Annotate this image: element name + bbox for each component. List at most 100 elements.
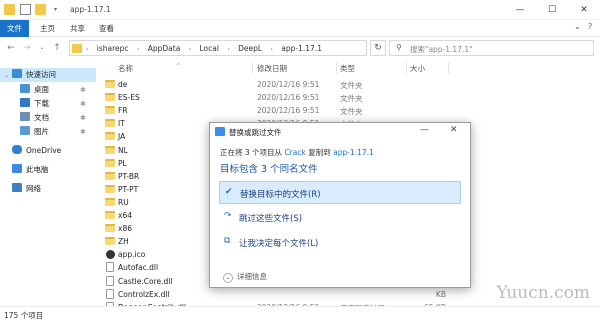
breadcrumb-appdata[interactable]: AppData xyxy=(148,44,181,53)
column-header-type[interactable]: 类型 xyxy=(340,63,355,74)
list-item[interactable]: ES-ES 2020/12/16 9:51 文件夹 xyxy=(100,91,600,104)
refresh-icon[interactable]: ↻ xyxy=(370,40,386,56)
file-size: KB xyxy=(435,289,446,299)
chevron-down-icon[interactable]: ⌄ xyxy=(4,69,12,83)
title-bar: ▾ app-1.17.1 — ☐ ✕ xyxy=(0,0,600,20)
status-bar: 175 个项目 xyxy=(0,306,600,321)
tab-file[interactable]: 文件 xyxy=(0,20,29,37)
source-folder-link[interactable]: Crack xyxy=(284,148,305,157)
file-name: RU xyxy=(118,197,129,207)
minimize-button[interactable]: — xyxy=(504,0,536,20)
skip-icon: ↷ xyxy=(224,211,232,221)
file-name: de xyxy=(118,80,128,89)
ribbon: 文件 主页 共享 查看 ⌄ ? xyxy=(0,20,600,37)
pin-icon[interactable]: ✱ xyxy=(80,125,86,139)
sidebar-item-quick-access[interactable]: ⌄ 快速访问 xyxy=(0,68,96,82)
column-header-size[interactable]: 大小 xyxy=(410,63,425,74)
list-item[interactable]: FR 2020/12/16 9:51 文件夹 xyxy=(100,104,600,117)
file-name: Autofac.dll xyxy=(118,263,159,273)
breadcrumb-separator-icon: › xyxy=(86,46,89,53)
list-item[interactable]: de 2020/12/16 9:51 文件夹 xyxy=(100,78,600,91)
sidebar-item-downloads[interactable]: 下载 ✱ xyxy=(20,97,96,111)
file-type: 文件夹 xyxy=(340,81,363,90)
file-date: 2020/12/16 9:51 xyxy=(257,106,320,116)
file-icon xyxy=(106,262,114,273)
maximize-button[interactable]: ☐ xyxy=(536,0,568,20)
sidebar-item-onedrive[interactable]: OneDrive xyxy=(4,144,96,158)
forward-icon[interactable]: → xyxy=(20,41,34,55)
tab-view[interactable]: 查看 xyxy=(99,20,114,37)
properties-icon[interactable] xyxy=(20,4,31,15)
pin-icon[interactable]: ✱ xyxy=(80,83,86,97)
pin-icon[interactable]: ✱ xyxy=(80,97,86,111)
cloud-icon xyxy=(12,145,22,154)
network-icon xyxy=(12,183,22,192)
download-icon xyxy=(20,98,30,107)
chevron-down-icon: ⌄ xyxy=(223,273,233,283)
dialog-heading: 目标包含 3 个同名文件 xyxy=(220,164,318,175)
file-name: x64 xyxy=(118,211,132,220)
sidebar-item-label: 此电脑 xyxy=(26,165,49,174)
back-icon[interactable]: ← xyxy=(4,41,18,55)
file-icon xyxy=(106,275,114,286)
customize-quick-access-icon[interactable]: ▾ xyxy=(50,4,61,15)
address-bar[interactable]: › isharepc › AppData › Local › DeepL › a… xyxy=(69,40,424,56)
breadcrumb-deepl[interactable]: DeepL xyxy=(238,44,262,53)
file-type: 文件夹 xyxy=(340,94,363,104)
sidebar-item-documents[interactable]: 文档 ✱ xyxy=(20,111,96,125)
recent-locations-icon[interactable]: ⌄ xyxy=(35,41,49,55)
file-date: 2020/12/16 9:51 xyxy=(257,93,320,103)
folder-icon xyxy=(105,197,115,206)
breadcrumb-separator-icon: › xyxy=(188,46,192,53)
column-header-name[interactable]: 名称 xyxy=(118,63,133,74)
dialog-minimize-button[interactable]: — xyxy=(420,125,429,135)
file-type: 文件夹 xyxy=(340,107,363,117)
sidebar-item-network[interactable]: 网络 xyxy=(4,182,96,196)
window-title: app-1.17.1 xyxy=(70,5,111,14)
document-icon xyxy=(20,112,30,121)
dialog-close-button[interactable]: ✕ xyxy=(450,125,458,135)
file-name: x86 xyxy=(118,224,132,234)
desktop-icon xyxy=(20,84,30,93)
sidebar-item-desktop[interactable]: 桌面 ✱ xyxy=(20,83,96,97)
skip-files-option[interactable]: ↷ 跳过这些文件(S) xyxy=(219,206,461,229)
sidebar-item-label: 网络 xyxy=(26,184,41,193)
decide-each-file-option[interactable]: ⧉ 让我决定每个文件(L) xyxy=(219,231,461,254)
new-folder-icon[interactable] xyxy=(35,4,46,15)
file-icon xyxy=(106,288,114,299)
sidebar-item-label: 下载 xyxy=(34,99,49,108)
folder-icon xyxy=(105,119,115,128)
breadcrumb-separator-icon: › xyxy=(227,46,230,53)
file-name: IT xyxy=(118,119,125,129)
replace-files-option[interactable]: ✔ 替换目标中的文件(R) xyxy=(219,181,461,204)
tab-share[interactable]: 共享 xyxy=(70,20,85,37)
sidebar-item-this-pc[interactable]: 此电脑 xyxy=(4,163,96,177)
sidebar-item-label: 文档 xyxy=(34,113,49,122)
folder-icon xyxy=(105,184,115,193)
more-details-toggle[interactable]: ⌄ 详细信息 xyxy=(223,271,267,283)
column-header-date[interactable]: 修改日期 xyxy=(257,63,287,74)
tab-home[interactable]: 主页 xyxy=(40,20,55,37)
pin-icon[interactable]: ✱ xyxy=(80,111,86,125)
breadcrumb-app[interactable]: app-1.17.1 xyxy=(281,44,322,53)
copy-info: 正在将 3 个项目从 Crack 复制到 app-1.17.1 xyxy=(220,148,374,157)
folder-icon xyxy=(105,224,115,233)
file-name: PL xyxy=(118,158,127,168)
breadcrumb-local[interactable]: Local xyxy=(200,44,219,53)
breadcrumb-isharepc[interactable]: isharepc xyxy=(97,44,129,53)
close-button[interactable]: ✕ xyxy=(568,0,600,20)
sort-up-icon: ^ xyxy=(176,63,182,70)
folder-icon[interactable] xyxy=(4,4,15,15)
dialog-title-bar: 替换或跳过文件 — ✕ xyxy=(210,123,470,141)
help-icon[interactable]: ? xyxy=(588,22,592,31)
file-name: JA xyxy=(118,132,126,142)
expand-ribbon-icon[interactable]: ⌄ xyxy=(574,22,581,31)
search-box[interactable]: ⚲ 搜索"app-1.17.1" xyxy=(389,40,594,56)
file-name: Castle.Core.dll xyxy=(118,276,173,286)
sidebar-item-pictures[interactable]: 图片 ✱ xyxy=(20,125,96,139)
search-placeholder: 搜索"app-1.17.1" xyxy=(410,45,473,54)
option-label: 跳过这些文件(S) xyxy=(239,214,303,224)
destination-folder-link[interactable]: app-1.17.1 xyxy=(333,148,374,157)
sidebar-item-label: OneDrive xyxy=(26,146,62,155)
up-icon[interactable]: ↑ xyxy=(50,41,64,55)
